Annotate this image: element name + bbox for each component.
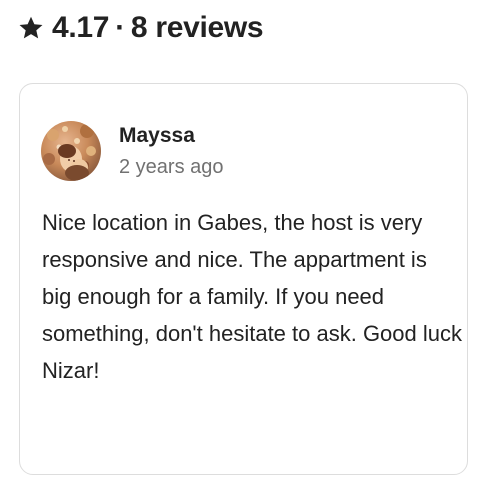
star-icon xyxy=(18,15,44,41)
reviewer-name[interactable]: Mayssa xyxy=(119,123,224,149)
reviewer-info: Mayssa 2 years ago xyxy=(119,123,224,180)
reviewer-avatar[interactable] xyxy=(41,121,101,181)
review-date: 2 years ago xyxy=(119,155,224,178)
reviewer-block: Mayssa 2 years ago xyxy=(41,121,224,181)
rating-separator: · xyxy=(115,11,125,44)
review-card: Mayssa 2 years ago Nice location in Gabe… xyxy=(19,83,468,475)
rating-summary: 4.17 · 8 reviews xyxy=(18,8,264,48)
reviews-count[interactable]: 8 reviews xyxy=(131,11,264,45)
review-text: Nice location in Gabes, the host is very… xyxy=(42,210,462,383)
rating-value: 4.17 xyxy=(52,11,110,44)
